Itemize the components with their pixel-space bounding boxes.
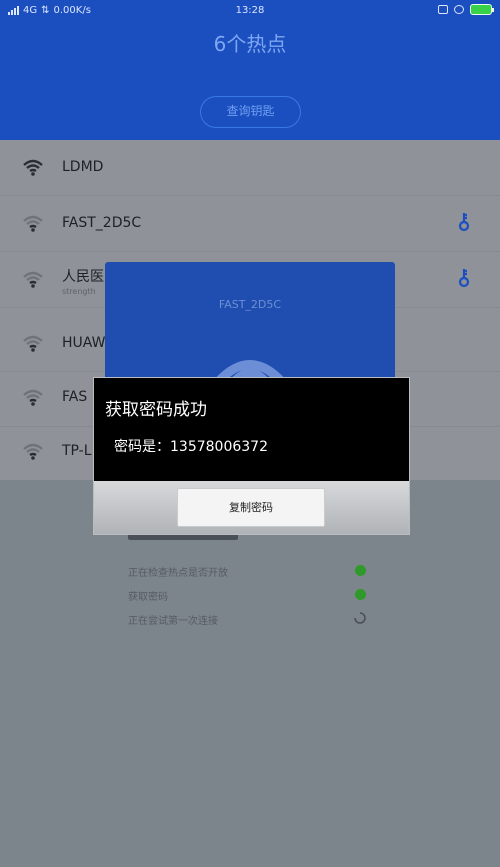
wifi-signal-icon xyxy=(23,271,43,288)
wifi-ssid: FAST_2D5C xyxy=(62,215,142,231)
copy-password-button[interactable]: 复制密码 xyxy=(177,488,325,527)
status-time: 13:28 xyxy=(235,5,265,16)
password-message: 密码是：13578006372 xyxy=(114,439,268,455)
wifi-signal-icon xyxy=(23,335,43,352)
battery-icon xyxy=(470,4,494,15)
loading-spinner-icon xyxy=(354,612,366,624)
wifi-ssid: FAS xyxy=(62,389,88,405)
wifi-signal-icon xyxy=(23,443,43,460)
hotspot-count-title: 6个热点 xyxy=(213,32,287,56)
progress-step-label: 正在尝试第一次连接 xyxy=(128,616,218,627)
check-icon xyxy=(355,565,366,576)
wifi-subtitle: strength xyxy=(62,287,96,296)
wifi-signal-icon xyxy=(23,159,43,176)
dialog-button-bar: 复制密码 xyxy=(94,481,409,534)
large-wifi-icon xyxy=(214,360,286,382)
progress-step-label: 正在检查热点是否开放 xyxy=(128,568,228,579)
alarm-icon xyxy=(454,5,464,14)
app-header: 4G ⇅ 0.00K/s 13:28 6个热点 查询钥匙 xyxy=(0,0,500,140)
query-key-button[interactable]: 查询钥匙 xyxy=(200,96,301,128)
wifi-ssid: TP-L xyxy=(62,443,92,459)
connect-card-ssid: FAST_2D5C xyxy=(218,298,282,311)
wifi-ssid: LDMD xyxy=(62,159,104,175)
wifi-row-ldmd[interactable]: LDMD xyxy=(0,140,500,196)
connect-progress: 正在检查热点是否开放 获取密码 正在尝试第一次连接 xyxy=(105,520,395,640)
key-icon xyxy=(458,269,470,288)
wifi-signal-icon xyxy=(23,215,43,232)
wifi-ssid: HUAW xyxy=(62,335,106,351)
wifi-row-fast-2d5c[interactable]: FAST_2D5C xyxy=(0,196,500,252)
wifi-signal-icon xyxy=(23,389,43,406)
notification-icon xyxy=(438,5,448,14)
key-icon xyxy=(458,213,470,232)
status-right xyxy=(438,4,494,15)
password-success-dialog: 获取密码成功 密码是：13578006372 复制密码 xyxy=(93,377,410,535)
wifi-ssid: 人民医 xyxy=(62,269,104,285)
check-icon xyxy=(355,589,366,600)
status-bar: 4G ⇅ 0.00K/s 13:28 xyxy=(0,0,500,24)
dialog-title: 获取密码成功 xyxy=(105,400,207,420)
progress-step-label: 获取密码 xyxy=(128,592,168,603)
